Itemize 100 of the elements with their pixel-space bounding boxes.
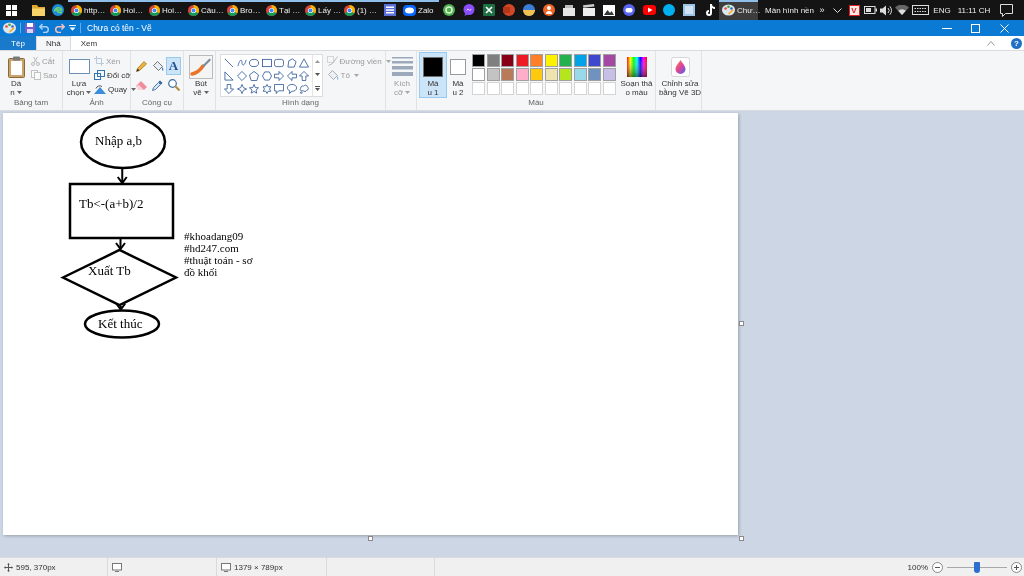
desktop-toolbar-label[interactable]: Màn hình nền xyxy=(765,5,816,15)
undo-icon[interactable] xyxy=(39,23,50,33)
help-button[interactable]: ? xyxy=(1011,37,1022,49)
color-swatch[interactable] xyxy=(544,54,558,67)
caret-up-icon[interactable] xyxy=(314,60,320,63)
taskbar-button[interactable]: Chư… xyxy=(719,0,758,20)
save-icon[interactable] xyxy=(25,23,35,33)
rectangle-icon[interactable] xyxy=(261,57,272,68)
triangle-icon[interactable] xyxy=(299,57,310,68)
color-swatch[interactable] xyxy=(486,54,500,67)
input-method-indicator[interactable]: V xyxy=(848,4,860,16)
color-swatch[interactable] xyxy=(559,68,572,81)
color-swatch[interactable] xyxy=(573,68,587,81)
resize-handle[interactable] xyxy=(368,536,373,541)
wifi-icon[interactable] xyxy=(895,5,909,15)
battery-icon[interactable] xyxy=(863,6,877,14)
rectangle-callout-icon[interactable] xyxy=(274,83,285,94)
dropdown-icon[interactable] xyxy=(69,25,76,31)
color-swatch[interactable] xyxy=(602,68,616,81)
curve-icon[interactable] xyxy=(236,57,247,68)
tile-disc-icon xyxy=(503,4,515,16)
arrow xyxy=(115,238,126,251)
pentagon-icon[interactable] xyxy=(249,70,260,81)
primary-color-button[interactable]: Mà u 1 xyxy=(419,52,447,98)
color-swatch[interactable] xyxy=(559,54,572,67)
redo-icon[interactable] xyxy=(54,23,65,33)
more-icon[interactable] xyxy=(314,86,320,91)
color-swatch[interactable] xyxy=(588,68,601,81)
oval-callout-icon[interactable] xyxy=(286,83,297,94)
chat-bubble-icon xyxy=(403,4,416,16)
down-arrow-icon[interactable] xyxy=(224,83,235,94)
segmented-circle-icon xyxy=(266,4,277,16)
resize-handle[interactable] xyxy=(739,536,744,541)
color-swatch[interactable] xyxy=(486,68,500,81)
zoom-in-icon[interactable] xyxy=(1011,561,1022,573)
paste-button[interactable]: Dá n xyxy=(2,52,30,98)
color-swatch[interactable] xyxy=(588,54,601,67)
six-point-star-icon[interactable] xyxy=(261,83,272,94)
slider-thumb[interactable] xyxy=(974,561,980,573)
line-icon[interactable] xyxy=(224,57,235,68)
color-swatch[interactable] xyxy=(602,54,616,67)
cross-tile-icon xyxy=(483,4,495,16)
polygon-icon[interactable] xyxy=(286,57,297,68)
color-swatch[interactable] xyxy=(472,68,485,81)
edit-3d-button[interactable]: Chỉnh sửa bằng Vẽ 3D xyxy=(658,52,702,98)
clipboard-icon xyxy=(7,55,25,78)
right-arrow-icon[interactable] xyxy=(274,70,285,81)
zoom-out-icon[interactable] xyxy=(932,561,943,573)
resize-icon xyxy=(94,70,105,80)
canvas-size-text: 1379 × 789px xyxy=(234,562,283,572)
palette-icon[interactable] xyxy=(3,22,16,34)
group-label: Hình dạng xyxy=(281,98,320,109)
outline-icon xyxy=(326,56,338,66)
color-swatch[interactable] xyxy=(501,54,514,67)
resize-button[interactable]: Đổi cỡ xyxy=(93,68,138,82)
rounded-rectangle-icon[interactable] xyxy=(274,57,285,68)
language-indicator[interactable]: ENG xyxy=(930,5,954,15)
segmented-circle-icon xyxy=(227,4,238,16)
secondary-color-button[interactable]: Mà u 2 xyxy=(447,52,469,98)
rotate-button[interactable]: Quay xyxy=(93,82,138,96)
move-icon xyxy=(4,562,13,572)
cloud-callout-icon[interactable] xyxy=(299,83,310,94)
message-icon[interactable] xyxy=(999,3,1013,17)
group-label: Bảng tam xyxy=(12,98,50,109)
select-button[interactable]: Lựa chọn xyxy=(65,52,93,98)
color-swatch[interactable] xyxy=(515,54,529,67)
up-arrow-icon[interactable] xyxy=(299,70,310,81)
canvas-note: #khoadang09 #hd247.com #thuật toán - sơ đồ khối xyxy=(184,230,253,278)
right-triangle-icon[interactable] xyxy=(224,70,235,81)
color-swatch[interactable] xyxy=(573,54,587,67)
caret-down-icon[interactable] xyxy=(314,73,320,76)
color-swatch[interactable] xyxy=(544,68,558,81)
magnifier-button[interactable] xyxy=(166,76,181,94)
toolbar-more-button[interactable]: » xyxy=(816,5,828,15)
color-swatch[interactable] xyxy=(530,68,543,81)
color-swatch[interactable] xyxy=(501,68,514,81)
text-button[interactable]: A xyxy=(166,57,181,75)
image-icon xyxy=(603,4,615,16)
color-swatch[interactable] xyxy=(530,54,543,67)
brushes-button[interactable]: Bút vẽ xyxy=(186,52,216,98)
four-point-star-icon[interactable] xyxy=(236,83,247,94)
ring-icon xyxy=(443,4,455,16)
ribbon-tab[interactable]: Xem xyxy=(70,36,108,50)
oval-icon[interactable] xyxy=(249,57,260,68)
color-swatch[interactable] xyxy=(515,68,529,81)
five-point-star-icon[interactable] xyxy=(249,83,260,94)
color-swatch[interactable] xyxy=(472,54,485,67)
eraser-icon xyxy=(135,80,148,90)
clock-text[interactable]: 11:11 CH xyxy=(954,5,994,15)
file-tab[interactable]: Tệp xyxy=(0,36,36,50)
resize-handle[interactable] xyxy=(739,321,744,326)
shape-label: Tb<-(a+b)/2 xyxy=(79,196,144,211)
disc-icon xyxy=(523,4,535,16)
keyboard-icon[interactable] xyxy=(911,5,929,15)
left-arrow-icon[interactable] xyxy=(286,70,297,81)
edit-colors-button[interactable]: Soạn thả o màu xyxy=(617,52,656,98)
speaker-icon[interactable] xyxy=(880,4,892,16)
ribbon-tab[interactable]: Nhà xyxy=(36,36,71,50)
square-icon xyxy=(683,4,695,16)
hexagon-icon[interactable] xyxy=(261,70,272,81)
